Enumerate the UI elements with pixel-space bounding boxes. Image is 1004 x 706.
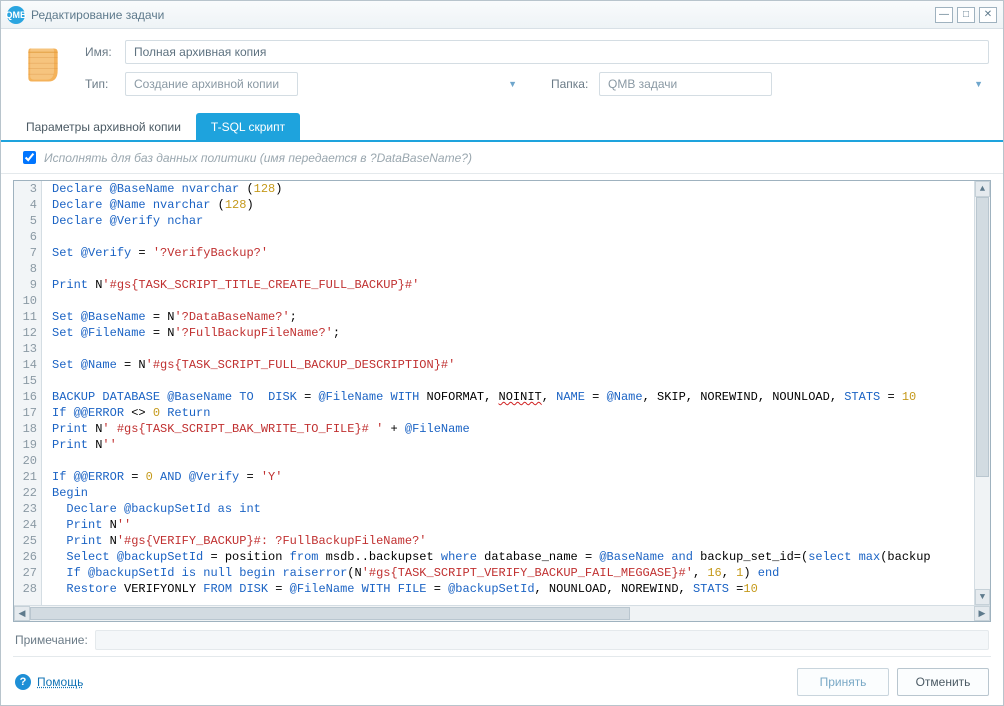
- help-icon: ?: [15, 674, 31, 690]
- type-dropdown[interactable]: ▼: [125, 72, 523, 96]
- footer: ? Помощь Принять Отменить: [1, 659, 1003, 705]
- scroll-down-icon[interactable]: ▼: [975, 589, 990, 605]
- separator: [13, 656, 991, 657]
- chevron-down-icon: ▼: [974, 79, 983, 89]
- help-label: Помощь: [37, 675, 83, 689]
- folder-dropdown[interactable]: ▼: [599, 72, 989, 96]
- scroll-left-icon[interactable]: ◀: [14, 606, 30, 621]
- code-editor: 3456789101112131415161718192021222324252…: [13, 180, 991, 622]
- help-link[interactable]: ? Помощь: [15, 674, 83, 690]
- note-input[interactable]: [95, 630, 989, 650]
- exec-label: Исполнять для баз данных политики (имя п…: [44, 151, 472, 165]
- scroll-thumb[interactable]: [976, 197, 989, 477]
- folder-value[interactable]: [599, 72, 772, 96]
- maximize-button[interactable]: □: [957, 7, 975, 23]
- tabs: Параметры архивной копии T-SQL скрипт: [1, 113, 1003, 142]
- tab-script[interactable]: T-SQL скрипт: [196, 113, 300, 140]
- cancel-button[interactable]: Отменить: [897, 668, 989, 696]
- minimize-button[interactable]: —: [935, 7, 953, 23]
- header-form: Имя: Тип: ▼ Папка: ▼: [1, 29, 1003, 111]
- app-icon: QMB: [7, 6, 25, 24]
- exec-checkbox[interactable]: [23, 151, 36, 164]
- type-label: Тип:: [85, 77, 125, 91]
- name-label: Имя:: [85, 45, 125, 59]
- window: QMB Редактирование задачи — □ ✕ Имя: Тип…: [0, 0, 1004, 706]
- line-gutter: 3456789101112131415161718192021222324252…: [14, 181, 42, 605]
- vertical-scrollbar[interactable]: ▲ ▼: [974, 181, 990, 605]
- code-area[interactable]: Declare @BaseName nvarchar (128)Declare …: [42, 181, 974, 605]
- scroll-up-icon[interactable]: ▲: [975, 181, 990, 197]
- scroll-right-icon[interactable]: ▶: [974, 606, 990, 621]
- exec-row: Исполнять для баз данных политики (имя п…: [1, 142, 1003, 174]
- titlebar: QMB Редактирование задачи — □ ✕: [1, 1, 1003, 29]
- horizontal-scrollbar[interactable]: ◀ ▶: [14, 605, 990, 621]
- task-icon: [21, 43, 65, 87]
- note-row: Примечание:: [1, 626, 1003, 654]
- chevron-down-icon: ▼: [508, 79, 517, 89]
- window-title: Редактирование задачи: [31, 8, 164, 22]
- accept-button[interactable]: Принять: [797, 668, 889, 696]
- close-button[interactable]: ✕: [979, 7, 997, 23]
- folder-label: Папка:: [551, 77, 599, 91]
- tab-params[interactable]: Параметры архивной копии: [11, 113, 196, 140]
- type-value[interactable]: [125, 72, 298, 96]
- hscroll-thumb[interactable]: [30, 607, 630, 620]
- note-label: Примечание:: [15, 633, 95, 647]
- name-input[interactable]: [125, 40, 989, 64]
